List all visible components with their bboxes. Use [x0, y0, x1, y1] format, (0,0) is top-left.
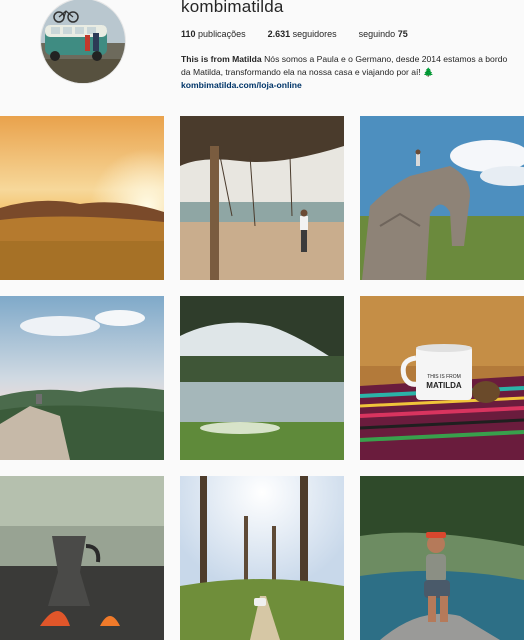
post-matilda-mug[interactable]: THIS IS FROM MATILDA [360, 296, 524, 460]
following-count: 75 [397, 29, 408, 39]
profile-avatar[interactable] [40, 0, 126, 84]
post-mountain-view[interactable] [0, 296, 164, 460]
followers-count: 2.631 [267, 29, 291, 39]
post-beach-palm[interactable] [180, 116, 344, 280]
profile-username: kombimatilda [181, 0, 284, 16]
post-rock-arch[interactable] [360, 116, 524, 280]
posts-count: 110 [181, 29, 196, 39]
post-sunset-hills[interactable] [0, 116, 164, 280]
followers-label: seguidores [292, 29, 337, 39]
profile-stats: 110 publicações 2.631 seguidores seguind… [181, 29, 430, 39]
bio-name: This is from Matilda [181, 54, 262, 64]
post-moka-pot-campfire[interactable] [0, 476, 164, 640]
followers-stat[interactable]: 2.631 seguidores [268, 29, 337, 39]
profile-header: kombimatilda 110 publicações 2.631 segui… [0, 0, 524, 110]
mug-text-line2: MATILDA [426, 381, 462, 390]
posts-label: publicações [198, 29, 246, 39]
post-pine-forest-road[interactable] [180, 476, 344, 640]
posts-stat: 110 publicações [181, 29, 246, 39]
profile-bio: This is from Matilda Nós somos a Paula e… [181, 53, 511, 92]
mug-text-line1: THIS IS FROM [427, 374, 461, 380]
post-woman-on-rock[interactable] [360, 476, 524, 640]
following-label: seguindo [358, 29, 396, 39]
post-lake-forest[interactable] [180, 296, 344, 460]
bio-link[interactable]: kombimatilda.com/loja-online [181, 79, 511, 92]
following-stat[interactable]: seguindo 75 [359, 29, 408, 39]
